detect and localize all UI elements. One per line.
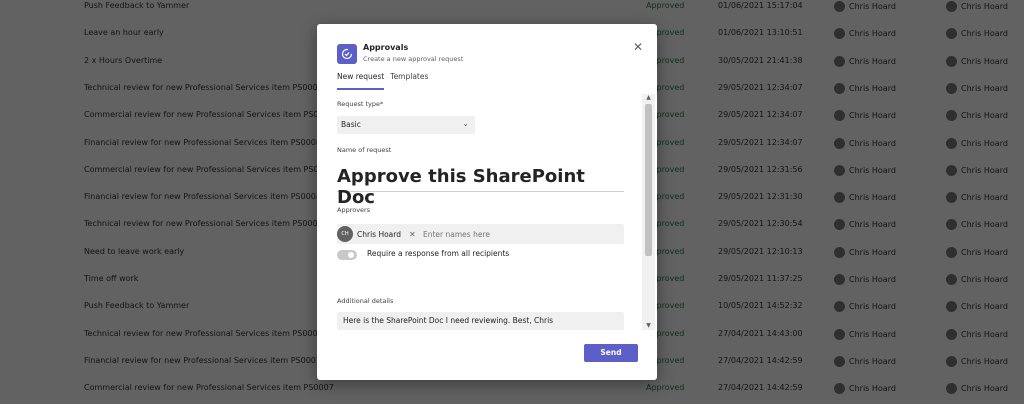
remove-approver-icon[interactable]: ✕ xyxy=(409,230,416,239)
chevron-down-icon: ⌄ xyxy=(462,119,469,128)
approver-name: Chris Hoard xyxy=(357,229,401,239)
dialog-tabs: New request Templates xyxy=(337,72,428,90)
approvals-app-icon xyxy=(337,44,357,64)
scroll-up-icon[interactable]: ▲ xyxy=(644,94,653,102)
approvers-label: Approvers xyxy=(337,206,371,214)
avatar: CH xyxy=(337,226,353,242)
new-approval-dialog: Approvals Create a new approval request … xyxy=(317,24,657,380)
additional-details-input[interactable]: Here is the SharePoint Doc I need review… xyxy=(337,312,624,330)
request-type-label: Request type* xyxy=(337,100,384,108)
tab-new-request[interactable]: New request xyxy=(337,72,385,90)
dialog-subtitle: Create a new approval request xyxy=(363,55,464,63)
approvers-search-input[interactable] xyxy=(423,227,543,241)
request-type-select[interactable]: Basic ⌄ xyxy=(337,116,475,134)
dialog-form: Request type* Basic ⌄ Name of request Ap… xyxy=(337,94,655,330)
dialog-title: Approvals xyxy=(363,43,409,52)
name-of-request-input[interactable]: Approve this SharePoint Doc xyxy=(337,164,624,208)
request-type-value: Basic xyxy=(341,120,361,129)
require-response-toggle[interactable] xyxy=(337,250,357,260)
send-button[interactable]: Send xyxy=(584,344,638,362)
form-scrollbar[interactable]: ▲ ▼ xyxy=(642,94,655,330)
require-response-label: Require a response from all recipients xyxy=(367,249,510,258)
name-of-request-label: Name of request xyxy=(337,146,392,154)
close-icon[interactable]: ✕ xyxy=(631,40,645,54)
approvers-field[interactable]: CH Chris Hoard ✕ xyxy=(337,224,624,244)
approver-chip: CH Chris Hoard ✕ xyxy=(337,226,416,242)
tab-templates[interactable]: Templates xyxy=(390,72,428,90)
scroll-down-icon[interactable]: ▼ xyxy=(644,322,653,330)
additional-details-label: Additional details xyxy=(337,297,394,305)
scrollbar-thumb[interactable] xyxy=(645,104,652,256)
